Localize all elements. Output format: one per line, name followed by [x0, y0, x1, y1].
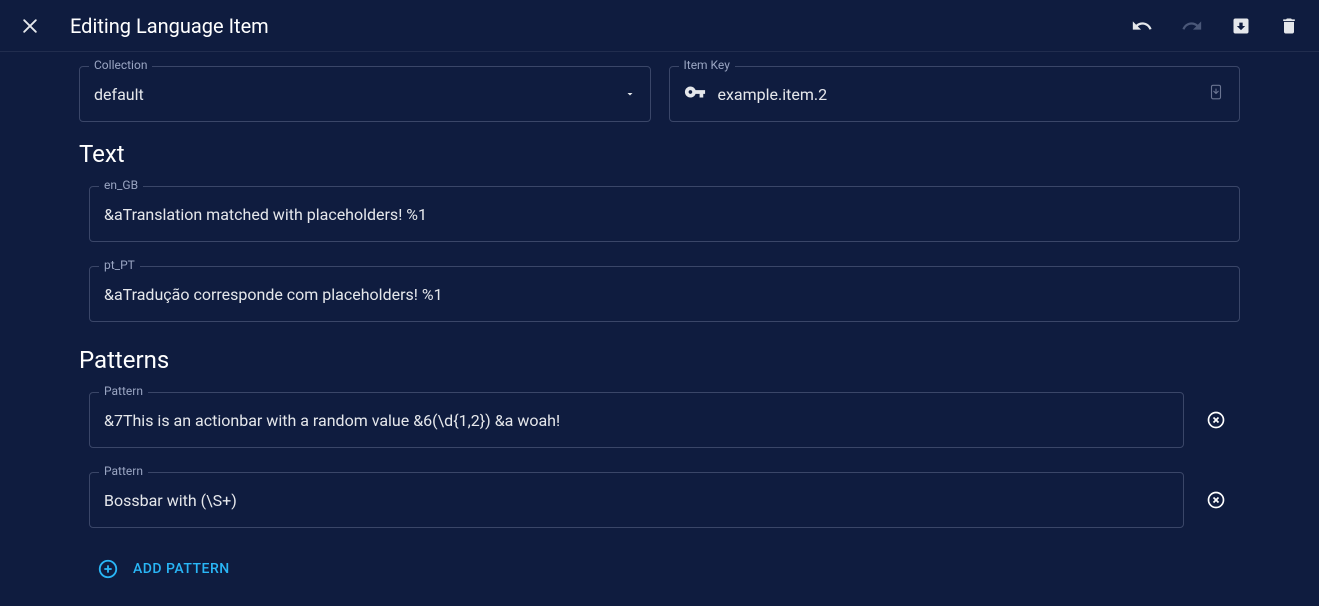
undo-icon [1131, 15, 1153, 37]
text-label-pt-pt: pt_PT [99, 258, 140, 272]
chevron-down-icon [624, 85, 636, 104]
remove-pattern-button-1[interactable] [1206, 490, 1226, 510]
add-pattern-button[interactable]: ADD PATTERN [89, 552, 238, 586]
item-key-field-wrap: Item Key [669, 66, 1241, 122]
pattern-field-wrap-1: Pattern [89, 472, 1184, 528]
header-left: Editing Language Item [18, 14, 269, 38]
close-icon [20, 16, 40, 36]
collection-field-wrap: Collection default [79, 66, 651, 122]
pattern-input-1[interactable] [104, 491, 1169, 510]
trash-icon [1279, 16, 1299, 36]
add-pattern-label: ADD PATTERN [133, 561, 230, 577]
pattern-input-wrap-1[interactable] [89, 472, 1184, 528]
plus-circle-icon [97, 558, 119, 580]
pattern-field-wrap-0: Pattern [89, 392, 1184, 448]
remove-circle-icon [1206, 410, 1226, 430]
collection-select[interactable]: default [79, 66, 651, 122]
archive-icon [1231, 16, 1251, 36]
text-fields-group: en_GB pt_PT [89, 186, 1240, 322]
text-section-title: Text [79, 140, 1240, 168]
item-key-input[interactable] [718, 85, 1208, 104]
remove-pattern-button-0[interactable] [1206, 410, 1226, 430]
collection-label: Collection [89, 58, 152, 72]
undo-button[interactable] [1129, 13, 1155, 39]
header-actions [1129, 13, 1301, 39]
archive-button[interactable] [1229, 14, 1253, 38]
text-input-en-gb[interactable] [104, 205, 1225, 224]
text-label-en-gb: en_GB [99, 178, 143, 192]
text-input-pt-pt-wrap[interactable] [89, 266, 1240, 322]
patterns-section-title: Patterns [79, 346, 1240, 374]
close-button[interactable] [18, 14, 42, 38]
redo-icon [1181, 15, 1203, 37]
pattern-input-wrap-0[interactable] [89, 392, 1184, 448]
clipboard-icon[interactable] [1207, 83, 1225, 105]
item-key-label: Item Key [679, 58, 735, 72]
delete-button[interactable] [1277, 14, 1301, 38]
pattern-label-1: Pattern [99, 464, 148, 478]
pattern-row-0: Pattern [79, 392, 1240, 448]
header: Editing Language Item [0, 0, 1319, 52]
page-title: Editing Language Item [70, 14, 269, 38]
collection-value: default [94, 85, 144, 104]
content: Collection default Item Key [0, 52, 1319, 606]
pattern-row-1: Pattern [79, 472, 1240, 528]
pattern-input-0[interactable] [104, 411, 1169, 430]
redo-button [1179, 13, 1205, 39]
text-input-en-gb-wrap[interactable] [89, 186, 1240, 242]
pattern-label-0: Pattern [99, 384, 148, 398]
item-key-field[interactable] [669, 66, 1241, 122]
text-input-pt-pt[interactable] [104, 285, 1225, 304]
top-row: Collection default Item Key [79, 66, 1240, 122]
remove-circle-icon [1206, 490, 1226, 510]
key-icon [684, 81, 706, 107]
text-field-en-gb: en_GB [89, 186, 1240, 242]
text-field-pt-pt: pt_PT [89, 266, 1240, 322]
